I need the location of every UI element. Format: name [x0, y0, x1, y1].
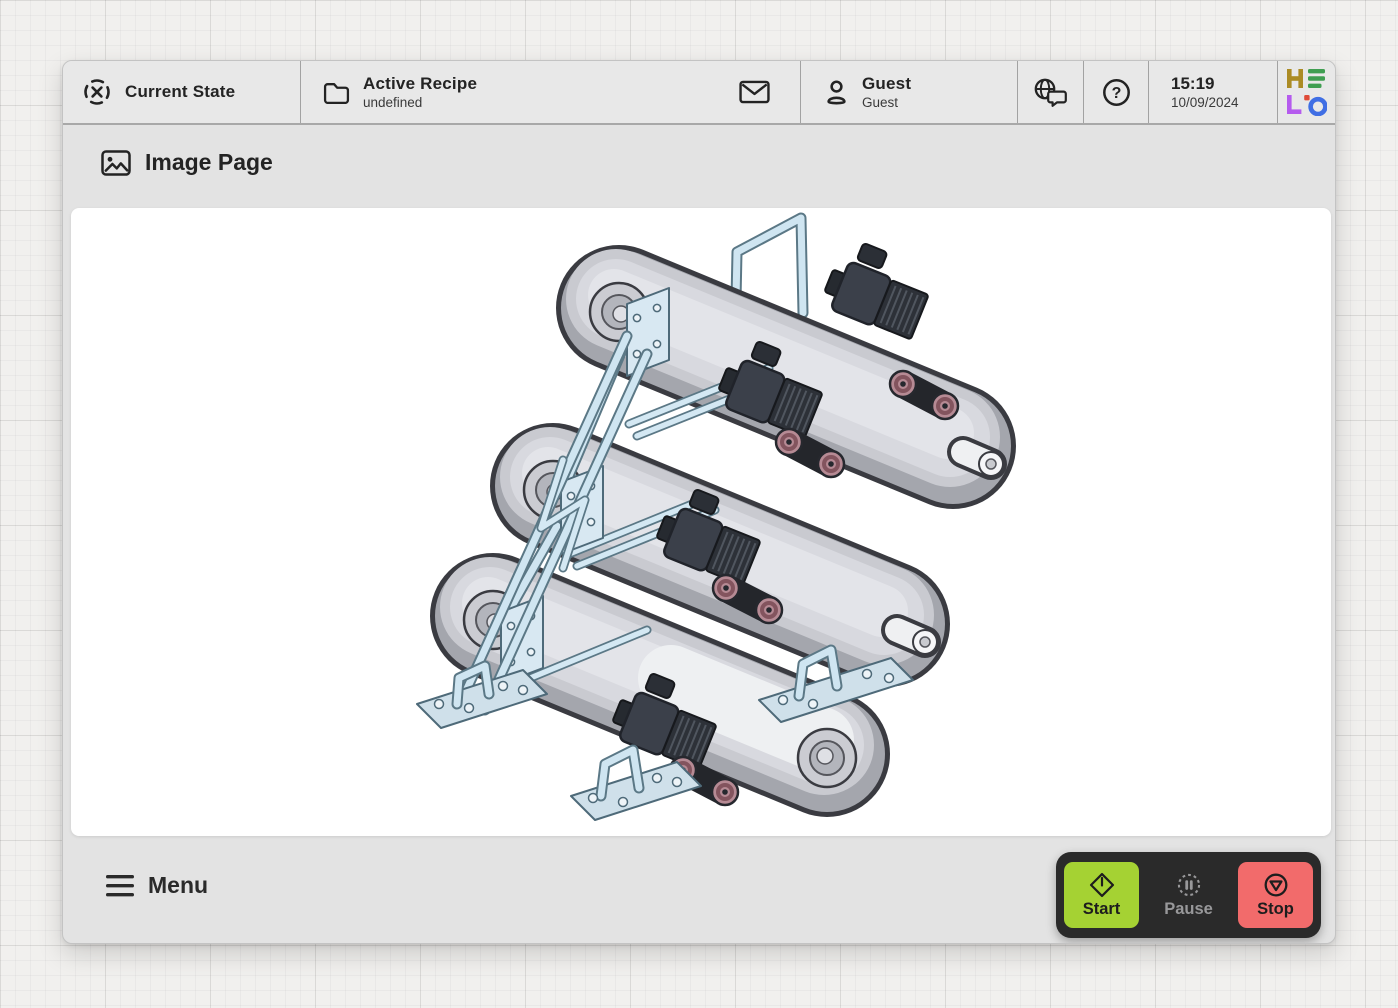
- menu-label: Menu: [148, 872, 208, 899]
- page-title: Image Page: [145, 149, 273, 176]
- stop-button[interactable]: Stop: [1238, 862, 1313, 928]
- time-value: 15:19: [1171, 74, 1214, 94]
- user-section[interactable]: Guest Guest: [800, 61, 1017, 123]
- top-status-bar: Current State Active Recipe undefined: [63, 61, 1335, 125]
- motor-top-rear: [819, 236, 938, 341]
- image-icon: [101, 150, 131, 176]
- envelope-icon: [739, 80, 770, 104]
- bottom-bar: Menu Start Pause: [63, 836, 1335, 944]
- machine-control-cluster: Start Pause Stop: [1056, 852, 1321, 938]
- logo-letter-l: [1287, 95, 1301, 114]
- date-value: 10/09/2024: [1171, 95, 1239, 110]
- menu-button[interactable]: Menu: [106, 872, 208, 899]
- active-recipe-section[interactable]: Active Recipe undefined: [300, 61, 800, 123]
- logo-letter-e: [1308, 69, 1325, 88]
- help-button[interactable]: ?: [1083, 61, 1148, 123]
- pause-label: Pause: [1164, 900, 1213, 919]
- start-icon: [1088, 871, 1116, 899]
- folder-icon: [323, 81, 350, 104]
- start-button[interactable]: Start: [1064, 862, 1139, 928]
- help-icon: ?: [1100, 76, 1133, 109]
- logo-letter-h: [1287, 69, 1303, 88]
- hamburger-icon: [106, 875, 134, 897]
- page-header: Image Page: [63, 125, 1335, 194]
- conveyor-figure: [71, 208, 1331, 836]
- current-state-label: Current State: [125, 82, 235, 102]
- logo-dot-i: [1304, 95, 1309, 100]
- current-state-section[interactable]: Current State: [63, 61, 300, 123]
- active-recipe-value: undefined: [363, 95, 477, 111]
- messages-button[interactable]: [739, 80, 770, 104]
- pause-icon: [1175, 871, 1203, 899]
- language-chat-button[interactable]: [1017, 61, 1083, 123]
- globe-chat-icon: [1032, 77, 1069, 108]
- helio-logo: [1287, 68, 1327, 116]
- svg-text:?: ?: [1111, 85, 1121, 102]
- active-recipe-title: Active Recipe: [363, 74, 477, 94]
- pause-button[interactable]: Pause: [1139, 862, 1238, 928]
- current-state-icon: [81, 76, 113, 108]
- clock-section: 15:19 10/09/2024: [1148, 61, 1277, 123]
- person-icon: [823, 78, 850, 106]
- user-name: Guest: [862, 74, 911, 94]
- hmi-window: Current State Active Recipe undefined: [62, 60, 1336, 944]
- user-role: Guest: [862, 95, 911, 111]
- start-label: Start: [1083, 900, 1121, 919]
- brand-section: [1277, 61, 1335, 123]
- base-plate-left: [417, 666, 547, 728]
- image-panel: [71, 208, 1331, 836]
- stop-icon: [1262, 871, 1290, 899]
- logo-letter-o: [1310, 99, 1325, 114]
- stop-label: Stop: [1257, 900, 1294, 919]
